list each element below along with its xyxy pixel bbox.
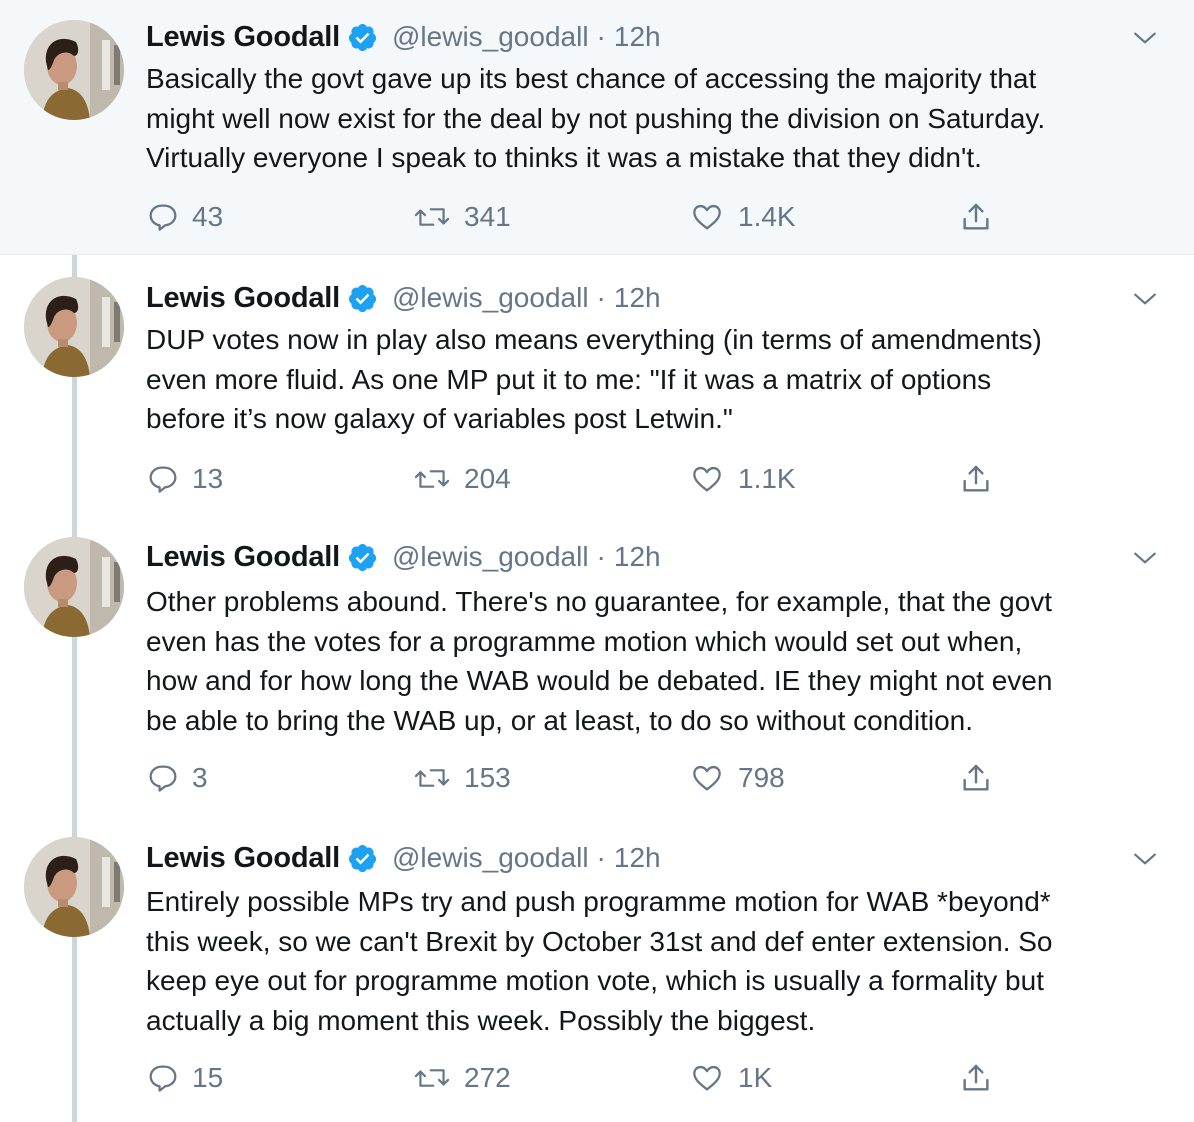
like-count: 1.1K (738, 463, 796, 494)
timestamp[interactable]: 12h (614, 21, 661, 53)
avatar[interactable] (24, 20, 124, 120)
reply-button[interactable]: 13 (146, 459, 223, 499)
tweet-header: Lewis Goodall @lewis_goodall · 12h (146, 278, 661, 318)
reply-count: 3 (192, 762, 208, 793)
retweet-count: 153 (464, 762, 511, 793)
tweet-header: Lewis Goodall @lewis_goodall · 12h (146, 838, 661, 878)
heart-icon (693, 466, 721, 492)
chevron-down-icon[interactable] (1132, 286, 1158, 312)
reply-icon (149, 204, 177, 231)
chevron-down-icon[interactable] (1132, 545, 1158, 571)
tweet-text: Basically the govt gave up its best chan… (146, 63, 1046, 173)
avatar[interactable] (24, 537, 124, 637)
separator-dot: · (596, 21, 606, 52)
retweet-button[interactable]: 204 (414, 459, 511, 499)
tweet-actions: 15 272 1K (146, 1058, 1016, 1098)
retweet-count: 341 (464, 201, 511, 232)
heart-icon (693, 765, 721, 791)
author-name[interactable]: Lewis Goodall (146, 842, 340, 875)
avatar[interactable] (24, 277, 124, 377)
avatar-photo (24, 277, 124, 377)
retweet-button[interactable]: 153 (414, 758, 511, 798)
like-button[interactable]: 1.4K (690, 197, 796, 237)
author-handle[interactable]: @lewis_goodall (392, 842, 589, 874)
like-count: 798 (738, 762, 785, 793)
retweet-icon (414, 208, 450, 226)
tweet[interactable]: Lewis Goodall @lewis_goodall · 12h DUP v… (0, 254, 1194, 540)
avatar-photo (24, 20, 124, 120)
reply-button[interactable]: 15 (146, 1058, 223, 1098)
like-button[interactable]: 1K (690, 1058, 772, 1098)
separator-dot: · (596, 541, 606, 572)
timestamp[interactable]: 12h (614, 282, 661, 314)
like-count: 1.4K (738, 201, 796, 232)
tweet-actions: 3 153 798 (146, 758, 1016, 798)
tweet-text: DUP votes now in play also means everyth… (146, 324, 1042, 434)
author-handle[interactable]: @lewis_goodall (392, 541, 589, 573)
chevron-down-icon[interactable] (1132, 25, 1158, 51)
heart-icon (693, 1065, 721, 1091)
like-count: 1K (738, 1062, 773, 1093)
share-icon (963, 465, 989, 492)
separator-dot: · (596, 842, 606, 873)
tweet-text: Other problems abound. There's no guaran… (146, 586, 1053, 736)
reply-count: 13 (192, 463, 224, 494)
tweet-header: Lewis Goodall @lewis_goodall · 12h (146, 17, 661, 57)
timestamp[interactable]: 12h (614, 541, 661, 573)
tweet-actions: 43 341 1.4K (146, 197, 1016, 237)
reply-icon (149, 765, 177, 792)
tweet-header: Lewis Goodall @lewis_goodall · 12h (146, 537, 661, 577)
tweet[interactable]: Lewis Goodall @lewis_goodall · 12h Basic… (0, 0, 1194, 255)
tweet-actions: 13 204 1.1K (146, 459, 1016, 499)
separator-dot: · (596, 282, 606, 313)
retweet-icon (414, 769, 450, 787)
retweet-button[interactable]: 341 (414, 197, 511, 237)
share-icon (963, 203, 989, 230)
retweet-button[interactable]: 272 (414, 1058, 511, 1098)
heart-icon (693, 204, 721, 230)
timestamp[interactable]: 12h (614, 842, 661, 874)
reply-count: 43 (192, 201, 224, 232)
retweet-icon (414, 470, 450, 488)
reply-count: 15 (192, 1062, 224, 1093)
share-button[interactable] (958, 459, 994, 499)
verified-badge-icon (348, 284, 377, 312)
reply-icon (149, 1065, 177, 1092)
avatar-photo (24, 537, 124, 637)
like-button[interactable]: 798 (690, 758, 785, 798)
reply-icon (149, 466, 177, 493)
tweet[interactable]: Lewis Goodall @lewis_goodall · 12h Entir… (0, 837, 1194, 1122)
tweet-text: Entirely possible MPs try and push progr… (146, 886, 1053, 1036)
like-button[interactable]: 1.1K (690, 459, 796, 499)
share-icon (963, 1064, 989, 1091)
verified-badge-icon (348, 23, 377, 51)
tweet[interactable]: Lewis Goodall @lewis_goodall · 12h Other… (0, 537, 1194, 840)
avatar-photo (24, 837, 124, 937)
chevron-down-icon[interactable] (1132, 846, 1158, 872)
avatar[interactable] (24, 837, 124, 937)
author-name[interactable]: Lewis Goodall (146, 21, 340, 54)
share-button[interactable] (958, 758, 994, 798)
author-handle[interactable]: @lewis_goodall (392, 21, 589, 53)
retweet-count: 272 (464, 1062, 511, 1093)
retweet-icon (414, 1069, 450, 1087)
verified-badge-icon (348, 543, 377, 571)
author-name[interactable]: Lewis Goodall (146, 282, 340, 315)
share-button[interactable] (958, 197, 994, 237)
share-button[interactable] (958, 1058, 994, 1098)
reply-button[interactable]: 3 (146, 758, 208, 798)
verified-badge-icon (348, 844, 377, 872)
reply-button[interactable]: 43 (146, 197, 223, 237)
author-handle[interactable]: @lewis_goodall (392, 282, 589, 314)
share-icon (963, 764, 989, 791)
retweet-count: 204 (464, 463, 511, 494)
author-name[interactable]: Lewis Goodall (146, 541, 340, 574)
